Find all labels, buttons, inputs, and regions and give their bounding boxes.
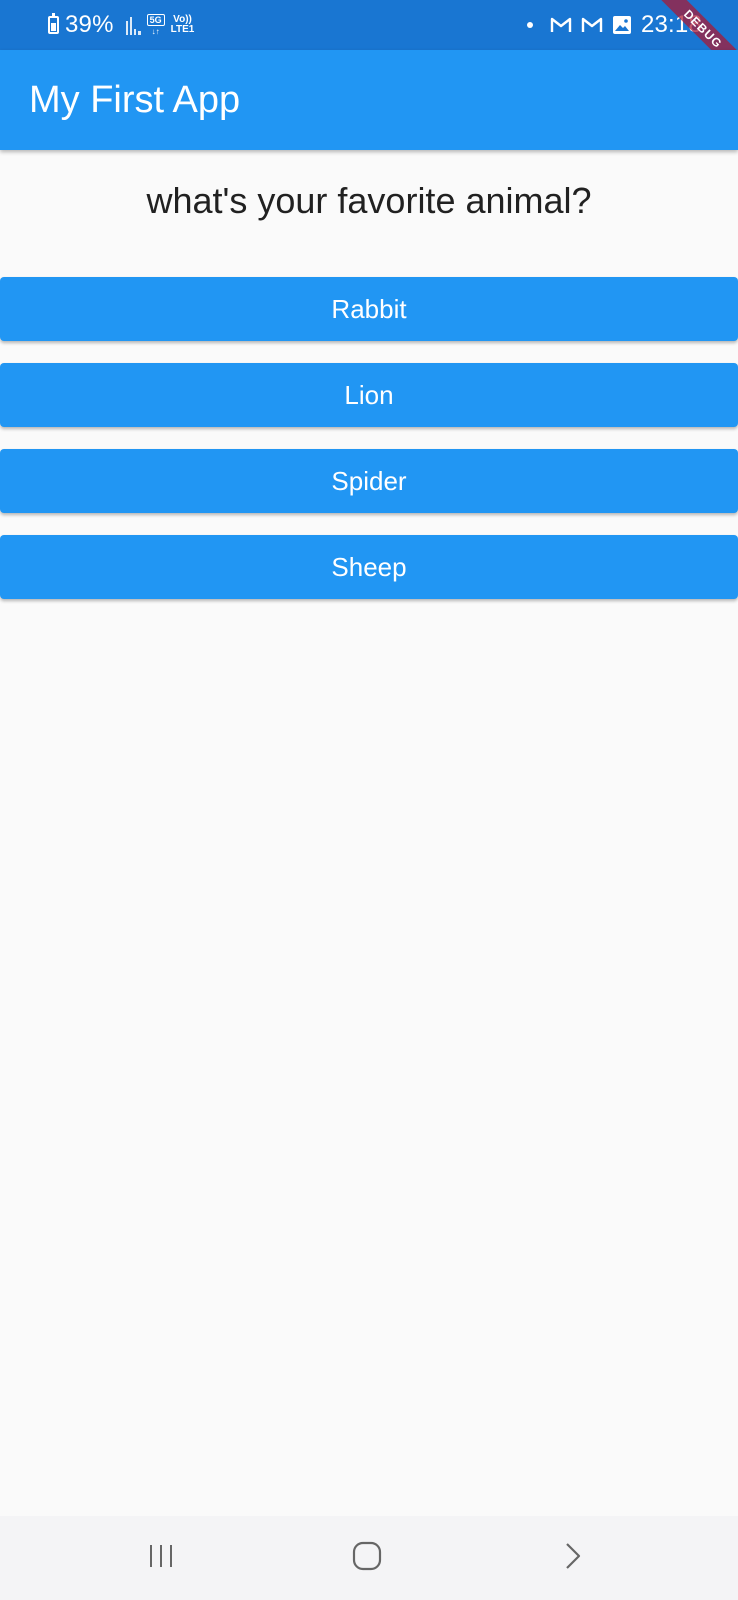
back-icon [563, 1541, 583, 1576]
question-text: what's your favorite animal? [146, 180, 592, 221]
app-title: My First App [29, 79, 241, 121]
battery-percent: 39% [65, 11, 114, 38]
answer-button-spider[interactable]: Spider [0, 449, 738, 513]
gmail-icon [581, 16, 603, 34]
5g-icon: 5G ↓↑ [146, 13, 165, 37]
battery-icon [48, 13, 59, 34]
app-screen: 39% 5G ↓↑ Vo)) LTE1 23:18 DEBUG My First… [0, 0, 738, 1600]
answer-button-lion[interactable]: Lion [0, 363, 738, 427]
recents-icon [147, 1543, 175, 1574]
back-button[interactable] [533, 1516, 613, 1600]
volte-icon: Vo)) LTE1 [171, 15, 195, 35]
navigation-bar [0, 1516, 738, 1600]
gmail-icon [550, 16, 572, 34]
notification-dot-icon [526, 22, 533, 28]
lte-label: LTE1 [170, 24, 195, 35]
home-icon [352, 1541, 382, 1576]
status-bar-left: 39% 5G ↓↑ Vo)) LTE1 [48, 0, 194, 50]
status-bar-right: 23:18 [526, 0, 702, 50]
answer-button-rabbit[interactable]: Rabbit [0, 277, 738, 341]
photo-icon [612, 15, 632, 35]
status-bar: 39% 5G ↓↑ Vo)) LTE1 23:18 [0, 0, 738, 50]
5g-label: 5G [146, 13, 165, 26]
app-bar: My First App [0, 50, 738, 150]
recents-button[interactable] [121, 1516, 201, 1600]
answer-button-sheep[interactable]: Sheep [0, 535, 738, 599]
status-time: 23:18 [640, 11, 702, 38]
signal-icon [125, 15, 141, 35]
home-button[interactable] [327, 1516, 407, 1600]
